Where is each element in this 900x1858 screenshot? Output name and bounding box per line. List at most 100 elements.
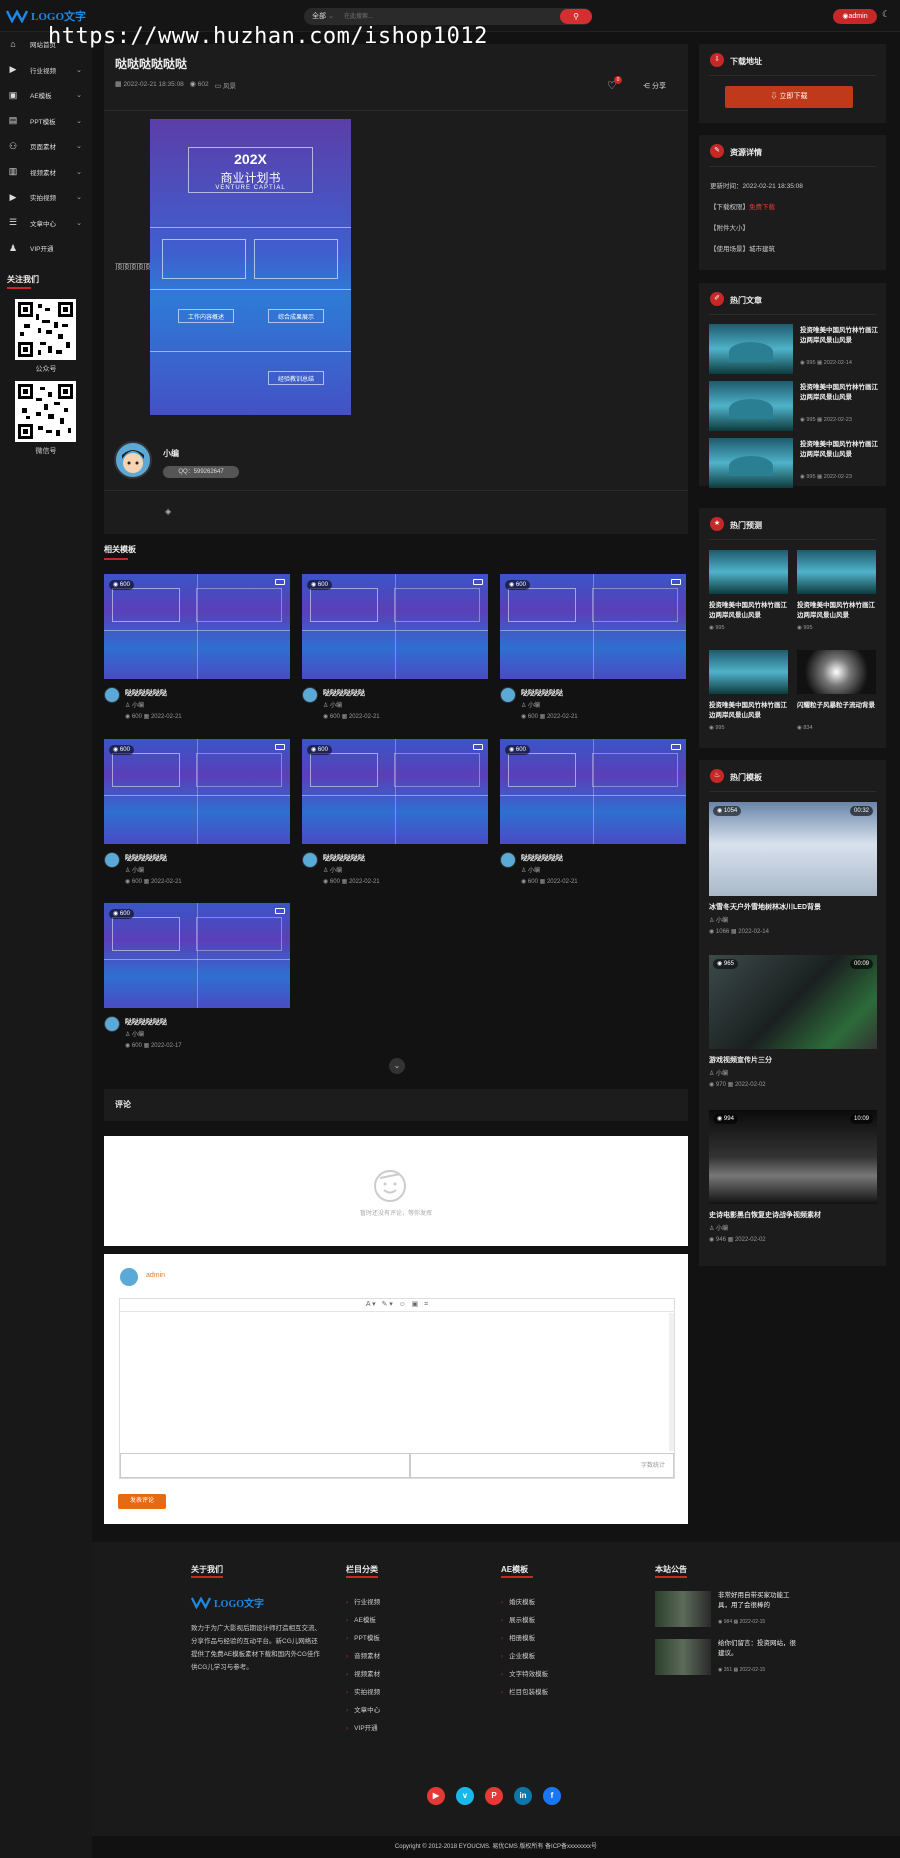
sidebar-item-8[interactable]: ☰ 文章中心 ⌄ bbox=[0, 212, 92, 234]
admin-button[interactable]: ◉admin bbox=[833, 9, 877, 24]
hot-template-title[interactable]: 史诗电影黑白恢复史诗战争视频素材 bbox=[709, 1210, 821, 1220]
linkedin-icon[interactable]: in bbox=[514, 1787, 532, 1805]
hot-prediction-thumbnail[interactable] bbox=[709, 650, 788, 694]
footer-link[interactable]: 实拍视频 bbox=[346, 1686, 380, 1696]
template-thumbnail[interactable]: ◉ 600 bbox=[302, 739, 488, 844]
related-template-card[interactable]: ◉ 600 哒哒哒哒哒哒 ♙ 小编 ◉ 600 ▦ 2022-02-21 bbox=[302, 739, 488, 889]
hot-prediction-thumbnail[interactable] bbox=[797, 550, 876, 594]
hot-template-item[interactable]: ◉ 994 10:09 史诗电影黑白恢复史诗战争视频素材 ♙ 小编 ◉ 946 ▦ 20… bbox=[709, 1110, 877, 1250]
footer-link[interactable]: 音频素材 bbox=[346, 1650, 380, 1660]
notice-thumbnail[interactable] bbox=[655, 1591, 711, 1627]
author-avatar[interactable] bbox=[104, 687, 120, 703]
vimeo-icon[interactable]: v bbox=[456, 1787, 474, 1805]
hot-template-title[interactable]: 冰雪冬天户外雪地树林冰川LED背景 bbox=[709, 902, 821, 912]
hot-template-thumbnail[interactable]: ◉ 1054 00:32 bbox=[709, 802, 877, 896]
footer-link[interactable]: 视频素材 bbox=[346, 1668, 380, 1678]
hot-article-title[interactable]: 投资唯美中国风竹林竹画江边两岸风景山风景 bbox=[800, 383, 880, 403]
template-name[interactable]: 哒哒哒哒哒哒 bbox=[125, 1017, 167, 1027]
author-avatar[interactable] bbox=[104, 1016, 120, 1032]
submit-comment-button[interactable]: 发表评论 bbox=[118, 1494, 166, 1509]
template-name[interactable]: 哒哒哒哒哒哒 bbox=[125, 688, 167, 698]
related-template-card[interactable]: ◉ 600 哒哒哒哒哒哒 ♙ 小编 ◉ 600 ▦ 2022-02-21 bbox=[500, 574, 686, 724]
hot-prediction-item[interactable]: 投资唯美中国风竹林竹画江边两岸风景山风景 ◉ 995 bbox=[709, 550, 788, 640]
sidebar-item-4[interactable]: ▤ PPT模板 ⌄ bbox=[0, 110, 92, 132]
sidebar-item-3[interactable]: ▣ AE模板 ⌄ bbox=[0, 84, 92, 106]
footer-link[interactable]: 展示模板 bbox=[501, 1614, 535, 1624]
author-avatar[interactable] bbox=[104, 852, 120, 868]
hot-template-title[interactable]: 游戏视频宣传片三分 bbox=[709, 1055, 772, 1065]
template-thumbnail[interactable]: ◉ 600 bbox=[500, 739, 686, 844]
hot-prediction-thumbnail[interactable] bbox=[709, 550, 788, 594]
template-name[interactable]: 哒哒哒哒哒哒 bbox=[521, 688, 563, 698]
notice-title[interactable]: 给你们留言：投资网站，很建议。 bbox=[718, 1639, 798, 1659]
author-avatar[interactable] bbox=[302, 687, 318, 703]
related-template-card[interactable]: ◉ 600 哒哒哒哒哒哒 ♙ 小编 ◉ 600 ▦ 2022-02-21 bbox=[104, 739, 290, 889]
hot-template-item[interactable]: ◉ 1054 00:32 冰雪冬天户外雪地树林冰川LED背景 ♙ 小编 ◉ 1066 ▦… bbox=[709, 802, 877, 942]
image-icon[interactable]: ▣ bbox=[412, 1301, 419, 1308]
comment-textarea[interactable] bbox=[119, 1298, 675, 1479]
font-size-icon[interactable]: A ▾ bbox=[366, 1301, 376, 1308]
related-template-card[interactable]: ◉ 600 哒哒哒哒哒哒 ♙ 小编 ◉ 600 ▦ 2022-02-21 bbox=[500, 739, 686, 889]
author-avatar[interactable] bbox=[302, 852, 318, 868]
search-button[interactable]: ⚲ bbox=[560, 9, 592, 24]
emoji-icon[interactable]: ☺ bbox=[399, 1301, 406, 1308]
footer-link[interactable]: 相册模板 bbox=[501, 1632, 535, 1642]
footer-link[interactable]: PPT模板 bbox=[346, 1632, 380, 1642]
hot-prediction-title[interactable]: 闪耀粒子风暴粒子流动背景 bbox=[797, 701, 876, 711]
author-name[interactable]: 小编 bbox=[163, 448, 179, 459]
footer-link[interactable]: VIP开通 bbox=[346, 1722, 377, 1732]
code-icon[interactable]: ⌗ bbox=[424, 1301, 428, 1308]
template-thumbnail[interactable]: ◉ 600 bbox=[302, 574, 488, 679]
share-button[interactable]: ⋲ 分享 bbox=[643, 81, 666, 91]
pinterest-icon[interactable]: P bbox=[485, 1787, 503, 1805]
template-thumbnail[interactable]: ◉ 600 bbox=[104, 574, 290, 679]
hot-prediction-title[interactable]: 投资唯美中国风竹林竹画江边两岸风景山风景 bbox=[797, 601, 876, 621]
youtube-icon[interactable]: ▶ bbox=[427, 1787, 445, 1805]
template-name[interactable]: 哒哒哒哒哒哒 bbox=[125, 853, 167, 863]
hot-article-title[interactable]: 投资唯美中国风竹林竹画江边两岸风景山风景 bbox=[800, 326, 880, 346]
font-color-icon[interactable]: ✎ ▾ bbox=[382, 1301, 393, 1308]
footer-link[interactable]: 文字特效模板 bbox=[501, 1668, 548, 1678]
template-thumbnail[interactable]: ◉ 600 bbox=[104, 903, 290, 1008]
search-input[interactable] bbox=[344, 10, 544, 23]
hot-prediction-item[interactable]: 闪耀粒子风暴粒子流动背景 ◉ 834 bbox=[797, 650, 876, 740]
footer-link[interactable]: AE模板 bbox=[346, 1614, 376, 1624]
hot-prediction-title[interactable]: 投资唯美中国风竹林竹画江边两岸风景山风景 bbox=[709, 701, 788, 721]
notice-item[interactable]: 非常好用自带买家功能工具，用了会很棒的 ◉ 984 ▦ 2022-02-15 bbox=[655, 1591, 795, 1627]
download-now-button[interactable]: ⇩ 立即下载 bbox=[725, 86, 853, 108]
hot-prediction-item[interactable]: 投资唯美中国风竹林竹画江边两岸风景山风景 ◉ 995 bbox=[797, 550, 876, 640]
related-template-card[interactable]: ◉ 600 哒哒哒哒哒哒 ♙ 小编 ◉ 600 ▦ 2022-02-17 bbox=[104, 903, 290, 1053]
hot-article-thumbnail[interactable] bbox=[709, 438, 793, 488]
author-avatar[interactable] bbox=[500, 687, 516, 703]
hot-prediction-title[interactable]: 投资唯美中国风竹林竹画江边两岸风景山风景 bbox=[709, 601, 788, 621]
footer-link[interactable]: 文章中心 bbox=[346, 1704, 380, 1714]
template-name[interactable]: 哒哒哒哒哒哒 bbox=[521, 853, 563, 863]
author-avatar[interactable] bbox=[114, 441, 152, 479]
hot-article-thumbnail[interactable] bbox=[709, 324, 793, 374]
hot-template-thumbnail[interactable]: ◉ 965 00:09 bbox=[709, 955, 877, 1049]
hot-article-thumbnail[interactable] bbox=[709, 381, 793, 431]
footer-link[interactable]: 企业模板 bbox=[501, 1650, 535, 1660]
sidebar-item-6[interactable]: ▥ 视频素材 ⌄ bbox=[0, 161, 92, 183]
footer-link[interactable]: 栏目包装模板 bbox=[501, 1686, 548, 1696]
template-thumbnail[interactable]: ◉ 600 bbox=[104, 739, 290, 844]
hot-article-item[interactable]: 投资唯美中国风竹林竹画江边两岸风景山风景 ◉ 995 ▦ 2022-02-23 bbox=[709, 438, 879, 488]
sidebar-item-1[interactable]: ⌂ 网站首页 bbox=[0, 33, 92, 55]
hot-prediction-thumbnail[interactable] bbox=[797, 650, 876, 694]
notice-title[interactable]: 非常好用自带买家功能工具，用了会很棒的 bbox=[718, 1591, 798, 1611]
sidebar-item-7[interactable]: ▶ 实拍视频 ⌄ bbox=[0, 186, 92, 208]
footer-link[interactable]: 婚庆模板 bbox=[501, 1596, 535, 1606]
search-category-select[interactable]: 全部 ⌄ bbox=[312, 11, 334, 21]
hot-article-item[interactable]: 投资唯美中国风竹林竹画江边两岸风景山风景 ◉ 995 ▦ 2022-02-14 bbox=[709, 324, 879, 374]
hot-prediction-item[interactable]: 投资唯美中国风竹林竹画江边两岸风景山风景 ◉ 995 bbox=[709, 650, 788, 740]
sidebar-item-2[interactable]: ▶ 行业视频 ⌄ bbox=[0, 59, 92, 81]
article-category[interactable]: 风景 bbox=[223, 83, 236, 90]
hot-article-item[interactable]: 投资唯美中国风竹林竹画江边两岸风景山风景 ◉ 995 ▦ 2022-02-23 bbox=[709, 381, 879, 431]
related-template-card[interactable]: ◉ 600 哒哒哒哒哒哒 ♙ 小编 ◉ 600 ▦ 2022-02-21 bbox=[302, 574, 488, 724]
notice-thumbnail[interactable] bbox=[655, 1639, 711, 1675]
editor-scrollbar[interactable] bbox=[669, 1313, 674, 1451]
hot-template-thumbnail[interactable]: ◉ 994 10:09 bbox=[709, 1110, 877, 1204]
site-logo[interactable]: LOGO文字 bbox=[6, 6, 86, 26]
template-thumbnail[interactable]: ◉ 600 bbox=[500, 574, 686, 679]
related-template-card[interactable]: ◉ 600 哒哒哒哒哒哒 ♙ 小编 ◉ 600 ▦ 2022-02-21 bbox=[104, 574, 290, 724]
